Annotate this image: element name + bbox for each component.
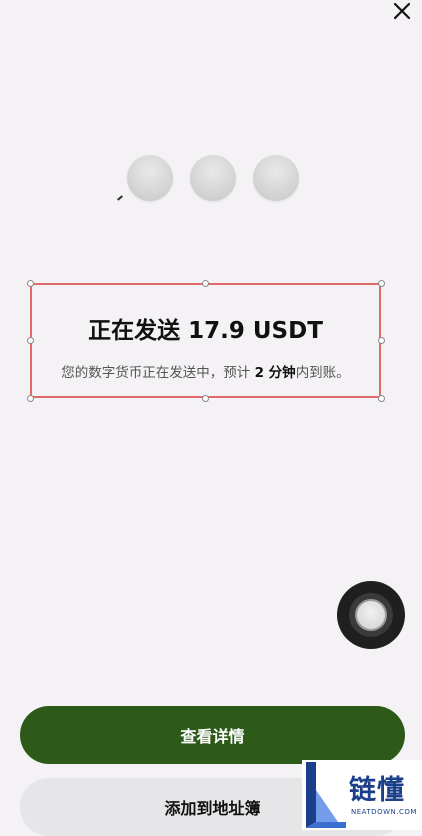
sending-title: 正在发送 17.9 USDT	[88, 318, 323, 344]
loading-dot-3	[253, 155, 299, 201]
send-status-screen: 正在发送 17.9 USDT 您的数字货币正在发送中，预计 2 分钟内到账。 查…	[0, 0, 422, 836]
subtitle-prefix: 您的数字货币正在发送中，预计	[61, 365, 255, 381]
subtitle-suffix: 内到账。	[295, 365, 350, 381]
cursor-mark	[117, 195, 123, 201]
close-button[interactable]	[388, 0, 416, 22]
selection-handle-br	[378, 395, 385, 402]
selection-handle-bm	[202, 395, 209, 402]
selection-handle-tm	[202, 280, 209, 287]
loading-dot-2	[190, 155, 236, 201]
loading-dot-1	[127, 155, 173, 201]
selection-handle-bl	[27, 395, 34, 402]
selection-handle-tl	[27, 280, 34, 287]
subtitle-eta: 2 分钟	[254, 365, 296, 381]
view-details-button[interactable]: 查看详情	[20, 706, 405, 764]
watermark-logo-icon	[306, 762, 346, 828]
watermark-logo: 链懂 NEATDOWN.COM	[302, 760, 422, 830]
assistive-touch-icon	[355, 599, 387, 631]
close-icon	[393, 2, 411, 20]
assistive-touch-button[interactable]	[337, 581, 405, 649]
selection-handle-tr	[378, 280, 385, 287]
watermark-text: 链懂	[349, 775, 405, 806]
watermark-subtext: NEATDOWN.COM	[351, 808, 417, 816]
sending-subtitle: 您的数字货币正在发送中，预计 2 分钟内到账。	[30, 361, 381, 381]
assistive-touch-ring	[349, 593, 393, 637]
